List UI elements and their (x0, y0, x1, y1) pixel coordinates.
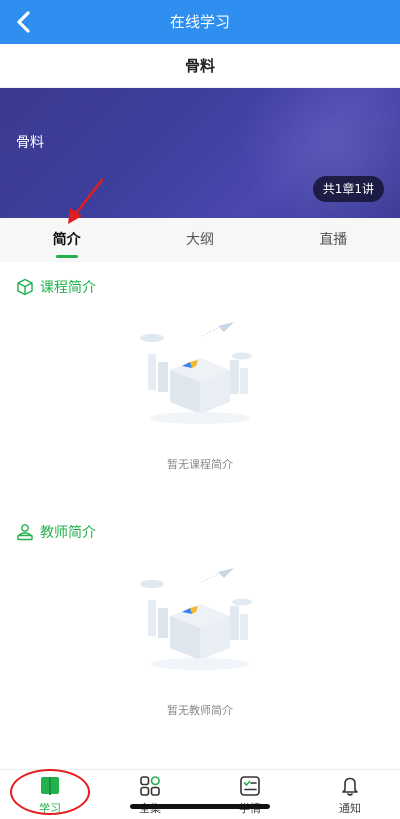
top-app-bar: 在线学习 (0, 0, 400, 44)
course-intro-heading: 课程简介 (16, 275, 96, 299)
course-banner: 骨料 共1章1讲 (0, 88, 400, 218)
tab-outline[interactable]: 大纲 (133, 218, 266, 262)
home-indicator (130, 804, 270, 809)
teacher-icon (17, 524, 33, 541)
apps-grid-icon (140, 776, 160, 796)
course-name-header: 骨料 (0, 44, 400, 88)
checklist-icon (240, 776, 260, 796)
teacher-intro-heading: 教师简介 (16, 520, 96, 544)
nav-item-study[interactable]: 学习 (0, 770, 100, 819)
nav-item-progress[interactable]: 学情 (200, 770, 300, 819)
nav-label-notice: 通知 (339, 802, 361, 815)
course-intro-title: 课程简介 (40, 280, 96, 296)
empty-state-illustration (140, 568, 252, 670)
banner-course-name: 骨料 (16, 135, 44, 151)
nav-item-notice[interactable]: 通知 (300, 770, 400, 819)
page-title: 在线学习 (169, 13, 230, 31)
bell-icon (342, 777, 358, 796)
empty-state-illustration (140, 322, 252, 424)
nav-item-collection[interactable]: 全集 (100, 770, 200, 819)
course-intro-empty-text: 暂无课程简介 (167, 458, 233, 471)
bottom-navigation: 学习 全集 学情 通知 (0, 769, 400, 819)
nav-label-study: 学习 (39, 802, 61, 815)
cube-icon (17, 278, 33, 296)
tab-bar: 简介 大纲 直播 (0, 218, 400, 262)
teacher-intro-empty-text: 暂无教师简介 (167, 704, 233, 717)
lesson-count-badge: 共1章1讲 (312, 176, 384, 202)
tab-live[interactable]: 直播 (267, 218, 400, 262)
tab-intro[interactable]: 简介 (0, 218, 133, 262)
teacher-intro-title: 教师简介 (40, 525, 96, 541)
book-icon (41, 777, 59, 795)
